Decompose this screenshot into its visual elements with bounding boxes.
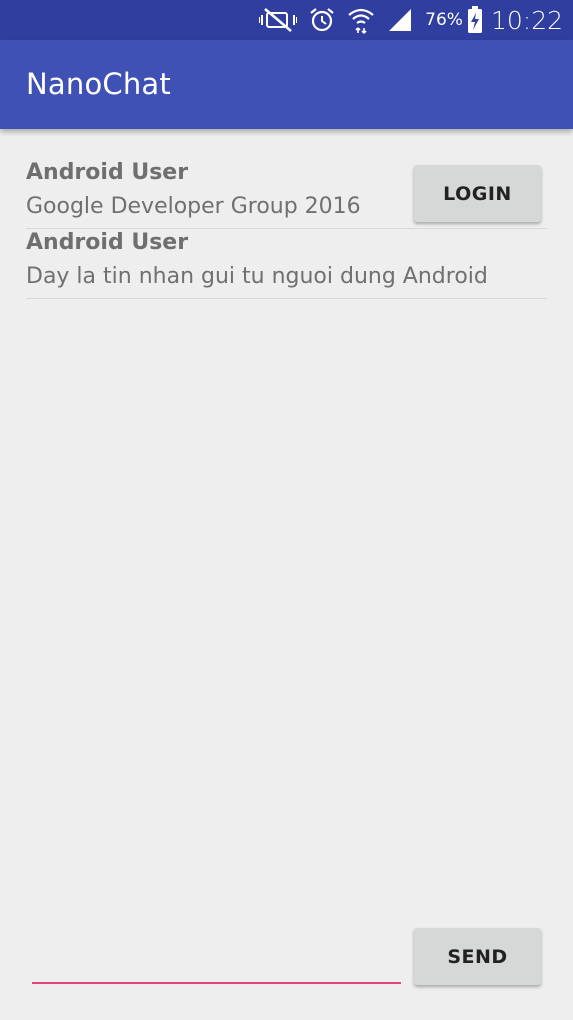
status-bar: 76% 10:22	[0, 0, 573, 40]
login-button[interactable]: LOGIN	[414, 165, 541, 222]
app-bar: NanoChat	[0, 40, 573, 129]
message-sender: Android User	[26, 230, 189, 255]
app-title: NanoChat	[26, 67, 171, 101]
battery-charging-icon	[467, 6, 483, 34]
battery-percent: 76%	[425, 10, 463, 30]
vibrate-mute-icon	[259, 7, 298, 33]
message-input[interactable]	[32, 944, 401, 984]
wifi-icon	[347, 6, 375, 34]
alarm-icon	[309, 7, 335, 33]
status-icons: 76% 10:22	[259, 0, 563, 40]
send-button[interactable]: SEND	[414, 928, 541, 985]
list-item: Android User Day la tin nhan gui tu nguo…	[26, 230, 547, 299]
message-sender: Android User	[26, 160, 189, 185]
message-text: Day la tin nhan gui tu nguoi dung Androi…	[26, 264, 488, 289]
message-text: Google Developer Group 2016	[26, 194, 361, 219]
status-clock: 10:22	[490, 5, 563, 35]
signal-icon	[387, 7, 413, 33]
